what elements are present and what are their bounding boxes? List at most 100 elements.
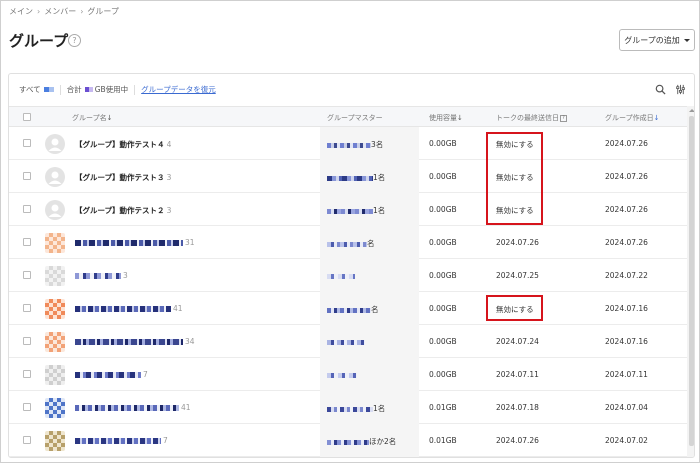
header-usage[interactable]: 使用容量↓ [429,113,463,123]
vertical-scrollbar[interactable] [687,106,694,457]
table-row[interactable]: 3 0.00GB 2024.07.25 2024.07.22 [9,259,687,292]
group-master-cell: 1名 [327,172,385,183]
redacted-group-name[interactable] [75,339,183,345]
redacted-group-name[interactable] [75,372,141,378]
redacted-group-name[interactable] [75,306,171,312]
help-icon[interactable]: ? [68,34,81,47]
member-count: 7 [143,370,148,379]
row-checkbox[interactable] [23,172,31,180]
question-icon[interactable]: ? [560,114,567,122]
created-cell: 2024.07.04 [605,403,648,412]
group-table-body: 【グループ】動作テスト４ 4 3名 0.00GB 無効にする 2024.07.26… [9,127,687,457]
master-suffix: 1名 [373,206,386,215]
redacted-group-name[interactable] [75,438,161,444]
row-checkbox[interactable] [23,304,31,312]
table-row[interactable]: 7 ほか2名 0.01GB 2024.07.26 2024.07.02 [9,424,687,457]
group-master-cell: 1名 [327,205,385,216]
redacted-group-name[interactable] [75,405,179,411]
last-sent-cell: 2024.07.25 [496,271,539,280]
scroll-thumb[interactable] [689,116,694,446]
group-name-cell[interactable]: 【グループ】動作テスト２ 3 [75,205,171,216]
chevron-right-icon: › [80,7,84,16]
usage-cell: 0.01GB [429,436,457,445]
group-master-cell: 3名 [327,139,383,150]
master-suffix: ほか2名 [369,437,397,446]
redacted-master-name [327,175,373,181]
created-cell: 2024.07.16 [605,304,648,313]
member-count: 7 [163,436,168,445]
summary-usage-label: GB使用中 [94,85,129,94]
group-name[interactable]: 【グループ】動作テスト２ [75,206,165,215]
group-name-cell[interactable]: 7 [75,436,168,445]
row-checkbox[interactable] [23,139,31,147]
created-cell: 2024.07.11 [605,370,648,379]
group-name-cell[interactable]: 【グループ】動作テスト４ 4 [75,139,171,150]
row-checkbox[interactable] [23,238,31,246]
usage-cell: 0.00GB [429,205,457,214]
table-row[interactable]: 41 名 0.00GB 無効にする 2024.07.16 [9,292,687,325]
created-cell: 2024.07.02 [605,436,648,445]
table-row[interactable]: 【グループ】動作テスト３ 3 1名 0.00GB 無効にする 2024.07.26 [9,160,687,193]
search-icon[interactable] [655,84,666,95]
group-name-cell[interactable]: 【グループ】動作テスト３ 3 [75,172,171,183]
header-last-sent: トークの最終送信日? [496,113,567,123]
select-all-checkbox[interactable] [23,113,31,121]
group-avatar-icon [45,233,65,253]
table-row[interactable]: 31 名 0.00GB 2024.07.26 2024.07.26 [9,226,687,259]
group-name-cell[interactable]: 34 [75,337,195,346]
group-name-cell[interactable]: 31 [75,238,195,247]
filter-settings-icon[interactable] [675,84,686,95]
table-row[interactable]: 7 0.00GB 2024.07.11 2024.07.11 [9,358,687,391]
group-master-cell: 名 [327,304,379,315]
redacted-usage [84,87,93,92]
last-sent-cell: 2024.07.26 [496,238,539,247]
row-checkbox[interactable] [23,337,31,345]
master-suffix: 1名 [373,404,386,413]
row-checkbox[interactable] [23,370,31,378]
breadcrumb-members[interactable]: メンバー [44,6,76,17]
group-name-cell[interactable]: 41 [75,403,191,412]
member-count: 41 [181,403,191,412]
group-master-cell [327,370,357,379]
scroll-up-icon[interactable] [689,109,694,112]
group-avatar-icon [45,266,65,286]
redacted-group-name[interactable] [75,240,183,246]
group-avatar-icon [45,332,65,352]
header-group-name[interactable]: グループ名↓ [72,113,112,123]
group-avatar-icon [45,398,65,418]
redacted-master-name [327,406,373,412]
header-created[interactable]: グループ作成日↓ [605,113,659,123]
usage-cell: 0.00GB [429,139,457,148]
breadcrumb-main[interactable]: メイン [9,6,33,17]
caret-down-icon [683,38,690,42]
restore-group-data-link[interactable]: グループデータを復元 [141,84,216,95]
highlight-annotation [486,295,543,321]
add-group-button[interactable]: グループの追加 [619,29,695,51]
last-sent-cell: 2024.07.11 [496,370,539,379]
table-row[interactable]: 34 0.00GB 2024.07.24 2024.07.16 [9,325,687,358]
row-checkbox[interactable] [23,436,31,444]
table-row[interactable]: 【グループ】動作テスト４ 4 3名 0.00GB 無効にする 2024.07.26 [9,127,687,160]
redacted-group-name[interactable] [75,273,121,279]
created-cell: 2024.07.26 [605,205,648,214]
group-name-cell[interactable]: 3 [75,271,128,280]
table-row[interactable]: 【グループ】動作テスト２ 3 1名 0.00GB 無効にする 2024.07.26 [9,193,687,226]
group-name[interactable]: 【グループ】動作テスト４ [75,140,165,149]
group-name-cell[interactable]: 7 [75,370,148,379]
page-title: グループ [9,32,69,50]
row-checkbox[interactable] [23,205,31,213]
group-name-cell[interactable]: 41 [75,304,183,313]
highlight-annotation [486,132,543,225]
usage-cell: 0.00GB [429,238,457,247]
sort-arrow-icon: ↓ [653,114,660,122]
row-checkbox[interactable] [23,403,31,411]
sort-arrow-icon: ↓ [106,114,113,122]
group-master-cell: 1名 [327,403,385,414]
table-row[interactable]: 41 1名 0.01GB 2024.07.18 2024.07.04 [9,391,687,424]
created-cell: 2024.07.26 [605,238,648,247]
row-checkbox[interactable] [23,271,31,279]
master-suffix: 名 [367,239,375,248]
group-name[interactable]: 【グループ】動作テスト３ [75,173,165,182]
redacted-master-name [327,307,371,313]
group-avatar-icon [45,299,65,319]
